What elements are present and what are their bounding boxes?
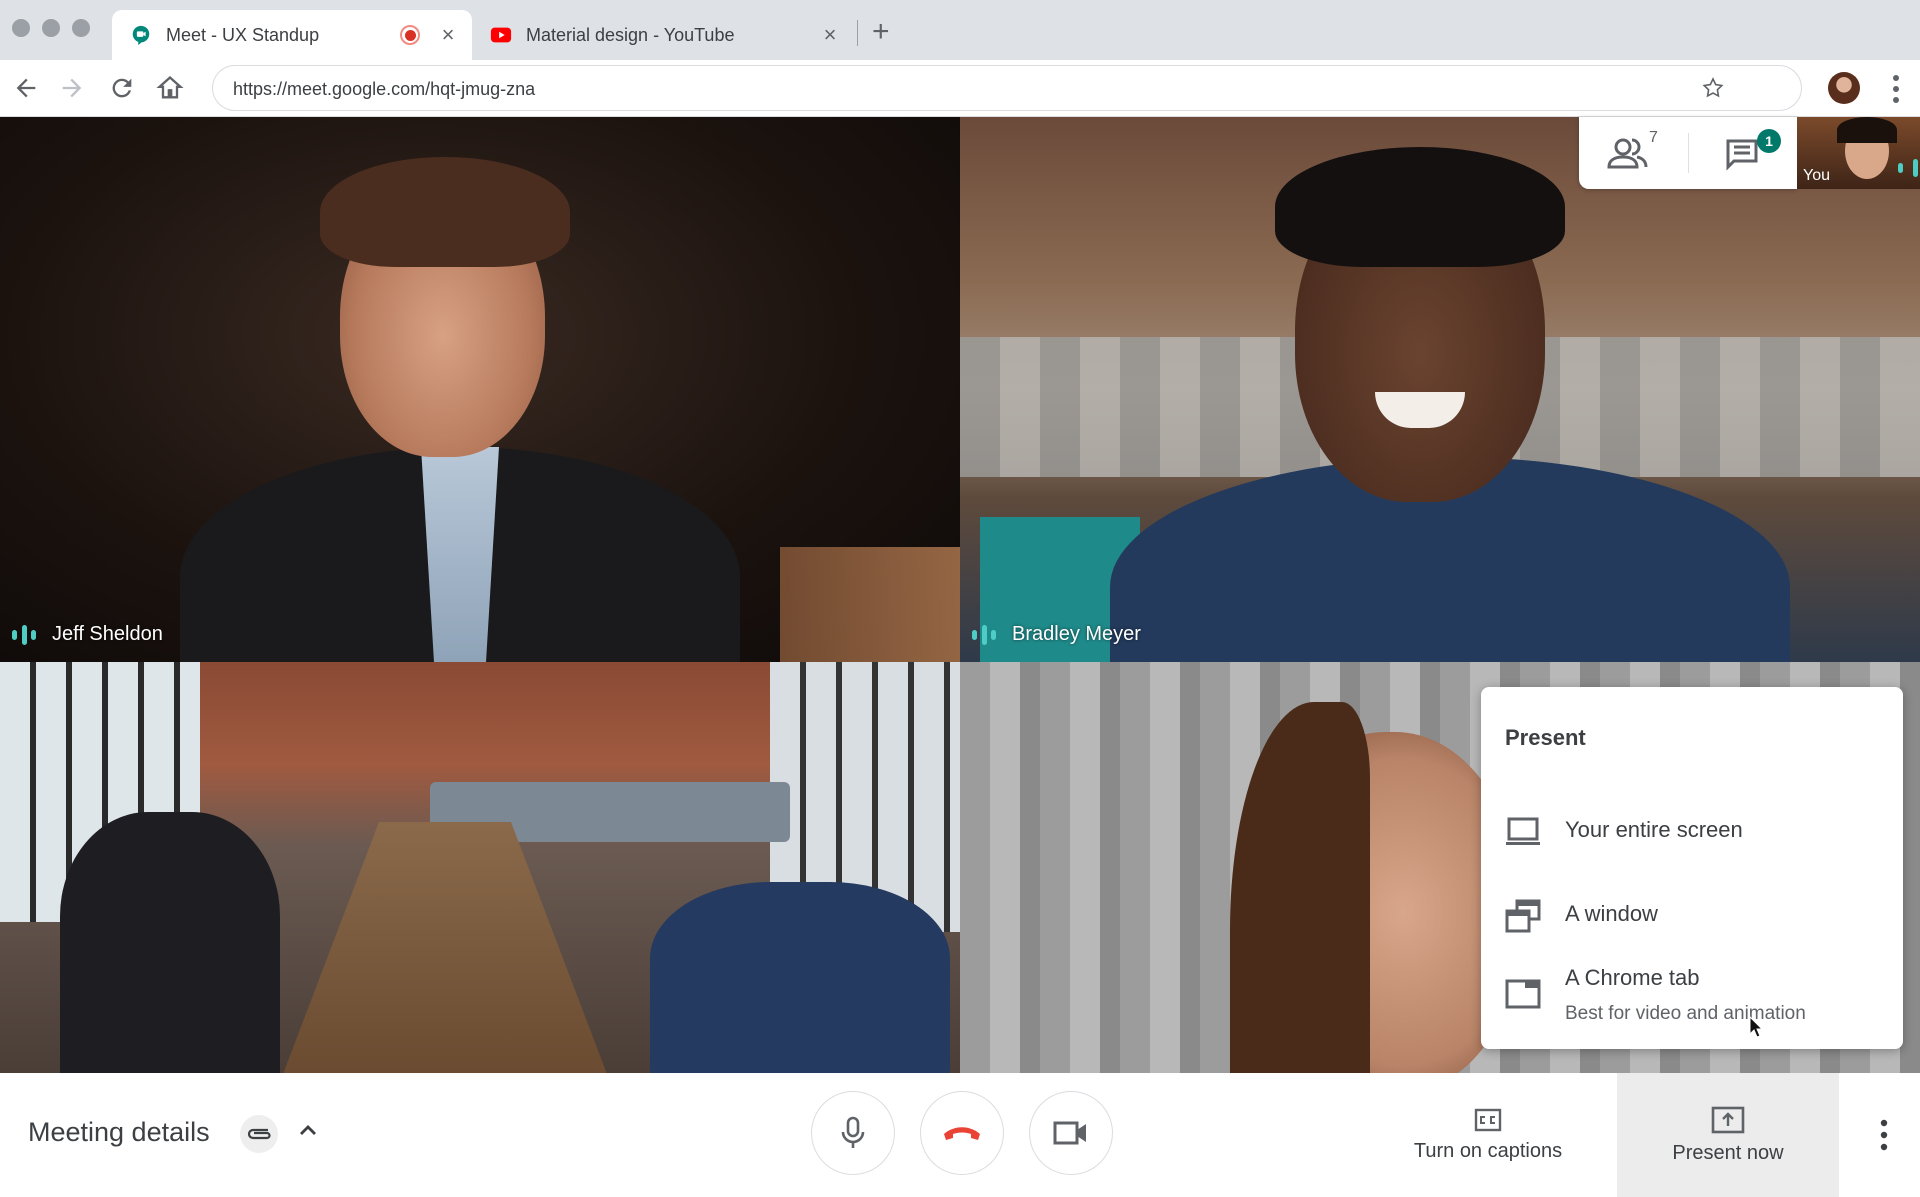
more-options-icon[interactable]	[1872, 1117, 1896, 1153]
browser-tab-strip: Meet - UX Standup × Material design - Yo…	[0, 0, 1920, 60]
paperclip-icon	[247, 1128, 271, 1140]
present-option-chrome-tab[interactable]: A Chrome tab Best for video and animatio…	[1481, 951, 1903, 1041]
speaking-indicator-icon	[972, 624, 996, 646]
home-button[interactable]	[152, 70, 188, 106]
people-count: 7	[1649, 129, 1658, 146]
present-screen-icon	[1711, 1106, 1745, 1133]
tab-meet[interactable]: Meet - UX Standup ×	[112, 10, 472, 60]
participant-name-label: Bradley Meyer	[972, 623, 1141, 646]
present-menu-title: Present	[1505, 725, 1586, 750]
arrow-left-icon	[16, 78, 36, 98]
tab-close-icon[interactable]: ×	[438, 22, 458, 48]
meeting-overlay-panel: 7 1	[1579, 117, 1797, 189]
home-icon	[156, 75, 184, 99]
arrow-right-icon	[62, 78, 82, 98]
overlay-divider	[1688, 133, 1689, 173]
self-view-thumbnail[interactable]: You	[1797, 117, 1920, 189]
present-option-window[interactable]: A window	[1481, 875, 1903, 955]
chrome-tab-icon	[1505, 979, 1541, 1009]
window-icon	[1505, 899, 1541, 933]
new-tab-button[interactable]: +	[872, 14, 890, 50]
attachment-button[interactable]	[240, 1115, 278, 1153]
speaking-indicator-icon	[1898, 157, 1918, 179]
present-option-subtitle: Best for video and animation	[1565, 1003, 1806, 1024]
participant-tile-jeff[interactable]: Jeff Sheldon	[0, 117, 960, 662]
chevron-up-icon[interactable]	[296, 1119, 320, 1143]
window-minimize-dot[interactable]	[42, 19, 60, 37]
person-group-right	[650, 882, 950, 1073]
back-button[interactable]	[8, 70, 44, 106]
participant-name-label: Jeff Sheldon	[12, 623, 163, 646]
person-hair	[1275, 147, 1565, 267]
camera-button[interactable]	[1029, 1091, 1113, 1175]
speaking-indicator-icon	[12, 624, 36, 646]
tab-close-icon[interactable]: ×	[820, 22, 840, 48]
microphone-button[interactable]	[811, 1091, 895, 1175]
closed-captions-icon	[1474, 1108, 1502, 1131]
profile-avatar[interactable]	[1828, 72, 1860, 104]
meeting-controls-bar: Meeting details Turn on captions Present…	[0, 1073, 1920, 1197]
tab-title: Meet - UX Standup	[166, 24, 320, 45]
microphone-icon	[841, 1116, 865, 1148]
present-now-button[interactable]: Present now	[1617, 1073, 1839, 1197]
mouse-cursor-icon	[1749, 1016, 1763, 1038]
recording-indicator-icon	[400, 25, 420, 45]
person-group-left	[60, 812, 280, 1073]
captions-button[interactable]: Turn on captions	[1390, 1073, 1586, 1197]
participant-tile-conference-room[interactable]	[0, 662, 960, 1073]
address-bar[interactable]: https://meet.google.com/hqt-jmug-zna	[212, 65, 1802, 111]
url-text[interactable]: https://meet.google.com/hqt-jmug-zna	[233, 79, 535, 100]
participant-tile-bradley[interactable]: Bradley Meyer	[960, 117, 1920, 662]
meeting-details-button[interactable]: Meeting details	[28, 1117, 210, 1148]
tab-youtube[interactable]: Material design - YouTube ×	[488, 10, 850, 60]
bookmark-star-icon[interactable]	[1701, 76, 1725, 100]
browser-toolbar: https://meet.google.com/hqt-jmug-zna	[0, 60, 1920, 117]
tab-title: Material design - YouTube	[526, 24, 735, 45]
present-option-entire-screen[interactable]: Your entire screen	[1481, 791, 1903, 871]
reload-icon	[112, 78, 132, 98]
video-camera-icon	[1053, 1121, 1086, 1145]
self-hair	[1837, 117, 1897, 143]
browser-menu-icon[interactable]	[1892, 74, 1900, 104]
person-hair	[320, 157, 570, 267]
hang-up-button[interactable]	[920, 1091, 1004, 1175]
hang-up-icon	[944, 1127, 980, 1140]
laptop-icon	[1506, 817, 1540, 845]
window-close-dot[interactable]	[12, 19, 30, 37]
window-maximize-dot[interactable]	[72, 19, 90, 37]
background-furniture	[780, 547, 960, 662]
forward-button[interactable]	[54, 70, 90, 106]
chat-unread-badge: 1	[1757, 129, 1781, 153]
meet-icon	[132, 25, 150, 46]
self-view-label: You	[1803, 167, 1830, 184]
present-menu: Present Your entire screen A window A Ch…	[1481, 687, 1903, 1049]
reload-button[interactable]	[104, 70, 140, 106]
youtube-icon	[490, 27, 512, 43]
tab-separator	[857, 20, 858, 46]
